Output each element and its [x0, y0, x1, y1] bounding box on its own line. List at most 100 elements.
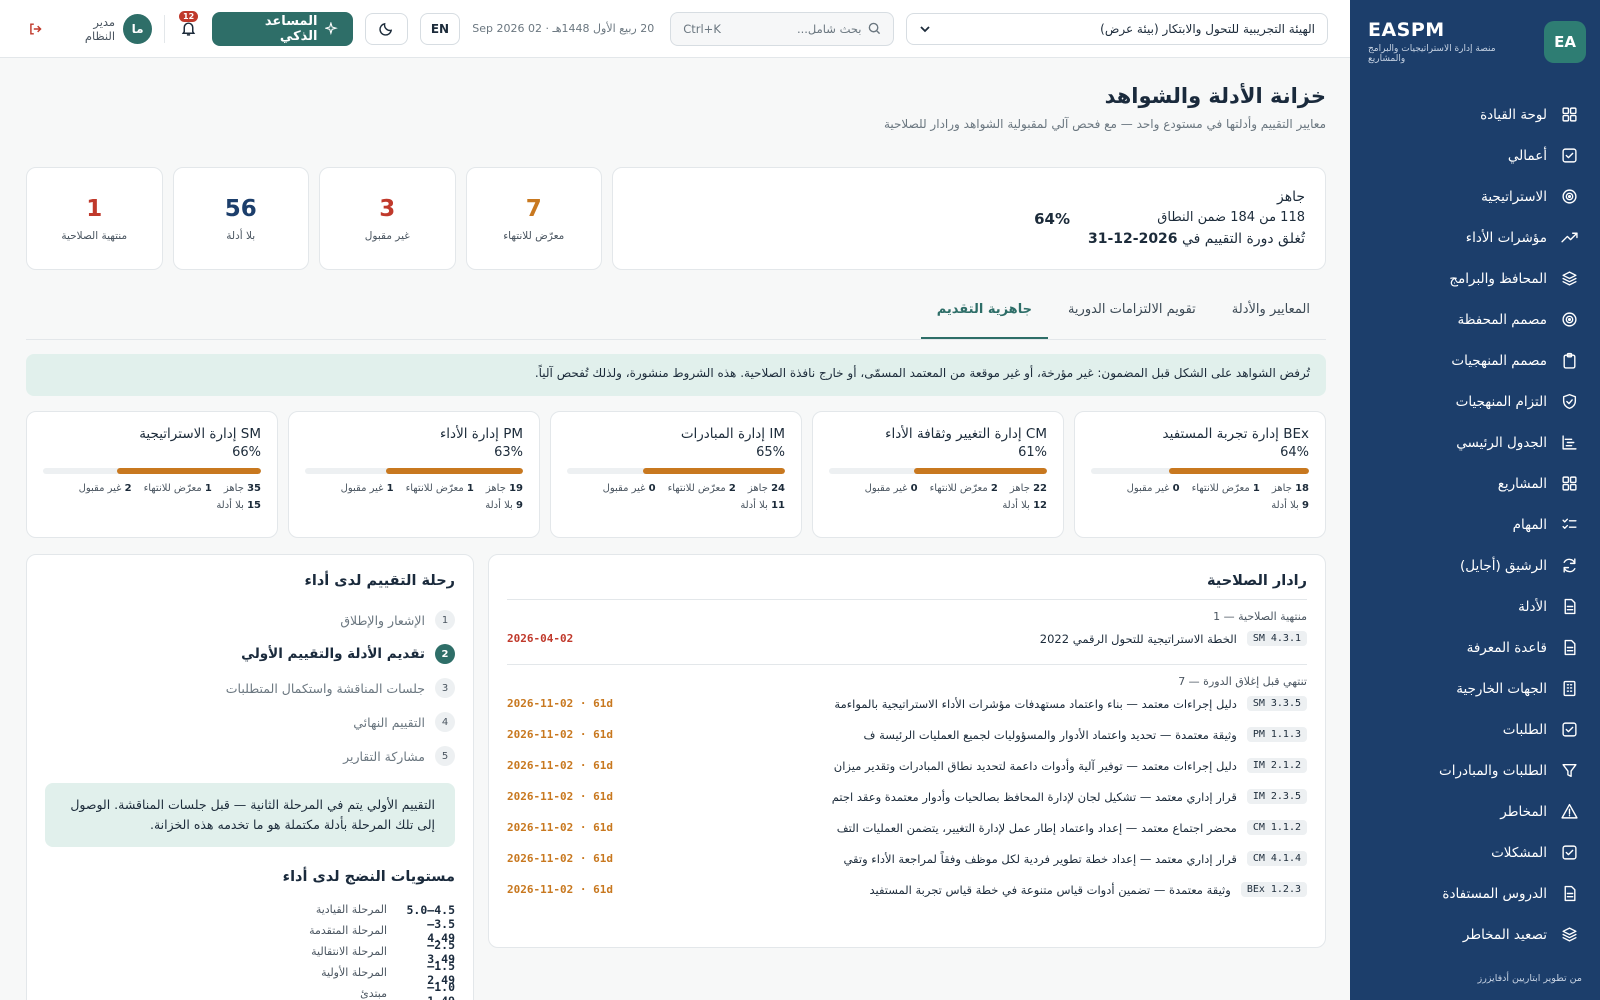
evidence-title: قرار إداري معتمد — تشكيل لجان لإدارة الم…: [831, 789, 1237, 804]
sidebar-item-label: الاستراتيجية: [1481, 188, 1547, 205]
check-square-icon: [1562, 722, 1577, 737]
theme-toggle-button[interactable]: [364, 12, 408, 45]
area-no-evidence: 12 بلا أدلة: [1002, 500, 1047, 511]
sidebar-item-4[interactable]: المحافظ والبرامج: [1350, 258, 1600, 299]
notifications-button[interactable]: 12: [177, 10, 200, 41]
sidebar-item-5[interactable]: مصمم المحفظة: [1350, 299, 1600, 340]
step-label: الإشعار والإطلاق: [340, 612, 425, 628]
readiness-card: جاهز 118 من 184 ضمن النطاق تُغلق دورة ال…: [612, 167, 1326, 270]
step-label: جلسات المناقشة واستكمال المتطلبات: [225, 680, 425, 696]
radar-row[interactable]: SM 4.3.1 الخطة الاستراتيجية للتحول الرقمي…: [507, 623, 1307, 654]
sidebar-item-label: الطلبات والمبادرات: [1439, 762, 1547, 779]
check-square-icon: [1562, 148, 1577, 163]
area-no-evidence: 9 بلا أدلة: [485, 500, 523, 511]
step-number: 1: [435, 610, 455, 630]
maturity-level: 4.5–5.0 المرحلة القيادية: [45, 899, 455, 920]
area-card[interactable]: IM إدارة المبادرات 65% 24 جاهز 2 معرّض ل…: [550, 411, 802, 538]
stat-card[interactable]: 3 غير مقبول: [319, 167, 456, 270]
sidebar-item-label: المخاطر: [1500, 803, 1547, 820]
brand-name: EASPM: [1368, 19, 1445, 41]
sidebar-item-0[interactable]: لوحة القيادة: [1350, 94, 1600, 135]
evidence-title: الخطة الاستراتيجية للتحول الرقمي 2022: [1039, 631, 1237, 646]
brand: EA EASPM منصة إدارة الاستراتيجيات والبرا…: [1350, 0, 1600, 64]
sidebar-item-label: المحافظ والبرامج: [1449, 270, 1547, 287]
evidence-title: وثيقة معتمدة — تضمين أدوات قياس متنوعة ف…: [869, 882, 1231, 897]
sidebar-item-label: المشاريع: [1497, 475, 1547, 492]
sidebar-item-11[interactable]: الرشيق (أجايل): [1350, 545, 1600, 586]
sidebar-item-label: المهام: [1512, 516, 1547, 533]
rejection-notice: تُرفض الشواهد على الشكل قبل المضمون: غير…: [26, 354, 1326, 396]
clipboard-icon: [1563, 352, 1576, 369]
area-percent: 61%: [1018, 445, 1047, 460]
radar-row[interactable]: BEx 1.2.3 وثيقة معتمدة — تضمين أدوات قياس…: [507, 874, 1307, 905]
radar-row[interactable]: IM 2.1.2 دليل إجراءات معتمد — توفير آلية …: [507, 750, 1307, 781]
area-progress-bar: [567, 468, 785, 474]
area-no-evidence: 11 بلا أدلة: [740, 500, 785, 511]
sidebar-item-label: الجدول الرئيسي: [1456, 434, 1547, 451]
radar-row[interactable]: SM 3.3.5 دليل إجراءات معتمد — بناء واعتما…: [507, 688, 1307, 719]
sidebar-item-12[interactable]: الأدلة: [1350, 586, 1600, 627]
sidebar-item-1[interactable]: أعمالي: [1350, 135, 1600, 176]
sidebar-item-label: الطلبات: [1502, 721, 1547, 738]
sidebar-item-16[interactable]: الطلبات والمبادرات: [1350, 750, 1600, 791]
sidebar-item-2[interactable]: الاستراتيجية: [1350, 176, 1600, 217]
evidence-title: دليل إجراءات معتمد — توفير آلية وأدوات د…: [833, 758, 1237, 773]
journey-title: رحلة التقييم لدى أداء: [304, 573, 455, 589]
radar-row[interactable]: CM 1.1.2 محضر اجتماع معتمد — إعداد واعتما…: [507, 812, 1307, 843]
ai-assistant-label: المساعد الذكي: [264, 13, 318, 44]
sidebar-item-7[interactable]: التزام المنهجيات: [1350, 381, 1600, 422]
sidebar-item-10[interactable]: المهام: [1350, 504, 1600, 545]
sidebar-item-19[interactable]: الدروس المستفادة: [1350, 873, 1600, 914]
check-square-icon: [1562, 845, 1577, 860]
stat-card[interactable]: 56 بلا أدلة: [172, 167, 309, 270]
area-card[interactable]: PM إدارة الأداء 63% 19 جاهز 1 معرّض للان…: [288, 411, 540, 538]
tab-2[interactable]: جاهزية التقديم: [920, 298, 1048, 339]
org-select[interactable]: الهيئة التجريبية للتحول والابتكار (بيئة …: [905, 12, 1328, 45]
stat-card[interactable]: 1 منتهية الصلاحية: [26, 167, 163, 270]
sidebar-item-6[interactable]: مصمم المنهجيات: [1350, 340, 1600, 381]
area-card[interactable]: BEx إدارة تجربة المستفيد 64% 18 جاهز 1 م…: [1074, 411, 1326, 538]
sidebar-item-label: مؤشرات الأداء: [1465, 229, 1547, 246]
sidebar-item-9[interactable]: المشاريع: [1350, 463, 1600, 504]
sidebar-item-13[interactable]: قاعدة المعرفة: [1350, 627, 1600, 668]
tab-0[interactable]: المعايير والأدلة: [1232, 298, 1310, 339]
tab-1[interactable]: تقويم الالتزامات الدورية: [1068, 298, 1196, 339]
due-date: 2026-04-02: [507, 632, 574, 645]
step-number: 5: [435, 746, 455, 766]
area-card[interactable]: SM إدارة الاستراتيجية 66% 35 جاهز 1 معرّ…: [26, 411, 278, 538]
user-menu[interactable]: ما مدير النظام: [61, 13, 153, 44]
sidebar-item-20[interactable]: تصعيد المخاطر: [1350, 914, 1600, 955]
area-progress-fill: [117, 468, 261, 474]
sidebar-item-14[interactable]: الجهات الخارجية: [1350, 668, 1600, 709]
level-label: المرحلة القيادية: [315, 903, 387, 916]
stat-card[interactable]: 7 معرّض للانتهاء: [465, 167, 602, 270]
search-placeholder: بحث شامل...: [796, 21, 862, 36]
radar-row[interactable]: CM 4.1.4 قرار إداري معتمد — إعداد خطة تطو…: [507, 843, 1307, 874]
area-percent: 63%: [494, 445, 523, 460]
maturity-levels: 4.5–5.0 المرحلة القيادية 3.5–4.49 المرحلة ا…: [45, 899, 455, 1000]
sidebar-item-8[interactable]: الجدول الرئيسي: [1350, 422, 1600, 463]
due-date: 2026-11-02 · 61d: [507, 852, 613, 865]
readiness-percent: 64%: [1034, 209, 1070, 228]
criterion-code: CM 4.1.4: [1246, 851, 1307, 866]
ai-assistant-button[interactable]: المساعد الذكي: [212, 11, 353, 46]
criterion-code: SM 4.3.1: [1246, 631, 1307, 646]
area-progress-fill: [1169, 468, 1309, 474]
language-toggle-button[interactable]: EN: [419, 12, 461, 45]
sidebar-item-18[interactable]: المشكلات: [1350, 832, 1600, 873]
sidebar-item-label: المشكلات: [1491, 844, 1547, 861]
area-card[interactable]: CM إدارة التغيير وثقافة الأداء 61% 22 جا…: [812, 411, 1064, 538]
radar-title: رادار الصلاحية: [1207, 573, 1307, 589]
sidebar-item-17[interactable]: المخاطر: [1350, 791, 1600, 832]
radar-row[interactable]: PM 1.1.3 وثيقة معتمدة — تحديد واعتماد الأ…: [507, 719, 1307, 750]
sidebar-item-3[interactable]: مؤشرات الأداء: [1350, 217, 1600, 258]
sidebar-nav: لوحة القيادة أعمالي الاستراتيجية مؤشرات الأ…: [1350, 94, 1600, 955]
divider: [164, 14, 165, 43]
org-select-value: الهيئة التجريبية للتحول والابتكار (بيئة …: [1100, 21, 1315, 36]
sidebar-item-15[interactable]: الطلبات: [1350, 709, 1600, 750]
radar-row[interactable]: IM 2.3.5 قرار إداري معتمد — تشكيل لجان لإ…: [507, 781, 1307, 812]
search-input[interactable]: بحث شامل... Ctrl+K: [670, 11, 894, 46]
logout-icon[interactable]: [28, 21, 43, 37]
area-title: PM إدارة الأداء: [439, 426, 523, 442]
criterion-code: IM 2.1.2: [1246, 758, 1307, 773]
